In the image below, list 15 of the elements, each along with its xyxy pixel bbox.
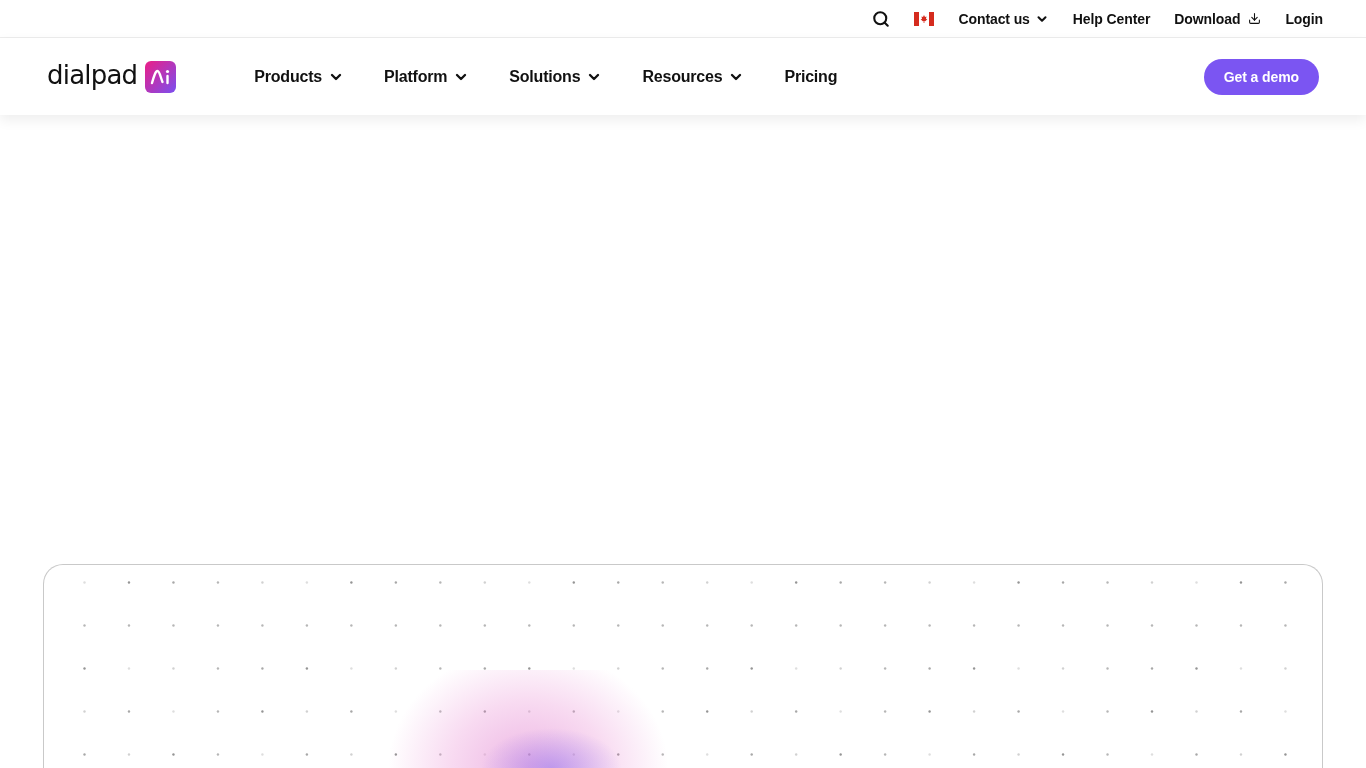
nav-link[interactable]: Pricing	[784, 67, 838, 86]
flag-icon[interactable]	[914, 11, 935, 26]
search-icon[interactable]	[872, 9, 891, 28]
download-icon	[1248, 12, 1262, 25]
nav-menu-item[interactable]: Resources	[642, 67, 745, 86]
utility-link[interactable]: Login	[1285, 10, 1323, 27]
nav-menu-item[interactable]: Products	[254, 67, 344, 86]
download-link[interactable]: Download	[1174, 10, 1262, 27]
logo-link[interactable]: dialpad	[47, 60, 177, 93]
logo-mark-icon	[145, 60, 177, 93]
utility-link[interactable]: Help Center	[1072, 10, 1151, 27]
get-demo-button[interactable]: Get a demo	[1203, 58, 1319, 95]
nav-menu-item[interactable]: Platform	[384, 67, 470, 86]
nav-menu-item[interactable]: Solutions	[509, 67, 603, 86]
contact-menu-link[interactable]: Contact us	[958, 10, 1049, 27]
